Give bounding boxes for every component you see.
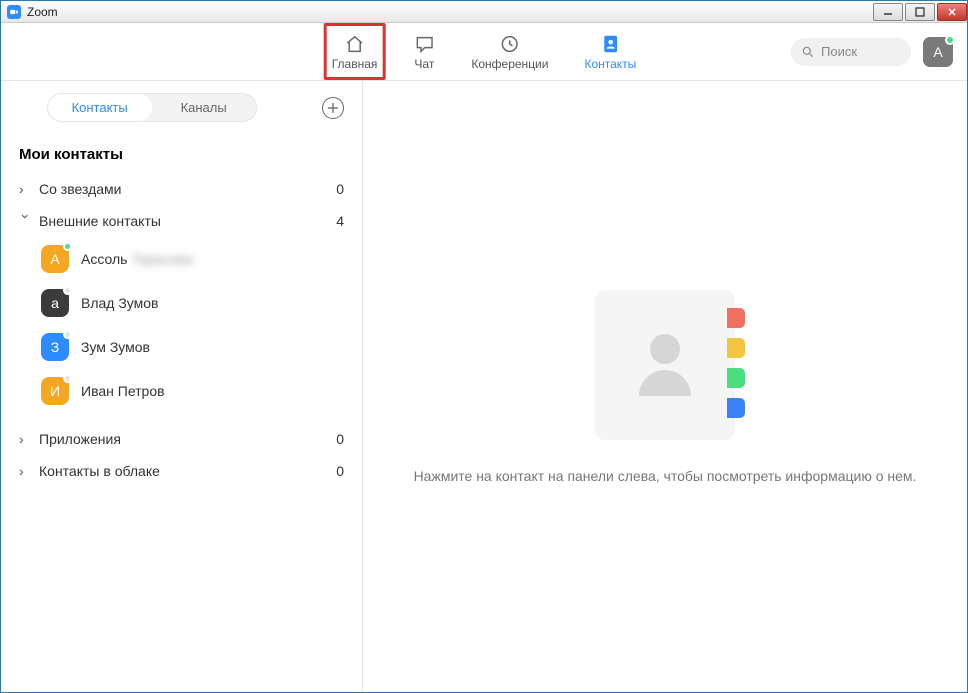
- presence-offline-icon: [63, 330, 72, 339]
- chevron-right-icon: ›: [19, 431, 33, 447]
- zoom-app-icon: [7, 5, 21, 19]
- nav-tab-meetings[interactable]: Конференции: [463, 23, 556, 80]
- search-placeholder: Поиск: [821, 44, 857, 59]
- nav-tab-label: Главная: [332, 57, 378, 71]
- nav-tab-home[interactable]: Главная: [324, 23, 386, 80]
- minimize-button[interactable]: [873, 3, 903, 21]
- profile-avatar[interactable]: A: [923, 37, 953, 67]
- contact-card-icon: [595, 290, 735, 440]
- subtab-channels[interactable]: Каналы: [152, 94, 256, 121]
- subtabs: Контакты Каналы: [47, 93, 257, 122]
- group-label: Со звездами: [39, 181, 121, 197]
- avatar-initial: A: [933, 44, 942, 60]
- group-label: Приложения: [39, 431, 121, 447]
- clock-icon: [499, 33, 521, 55]
- empty-contacts-illustration: [595, 290, 735, 440]
- contact-name: Иван Петров: [81, 383, 165, 399]
- section-title: Мои контакты: [1, 122, 362, 173]
- contact-avatar: а: [41, 289, 69, 317]
- group-label: Внешние контакты: [39, 213, 161, 229]
- group-apps[interactable]: › Приложения 0: [1, 423, 362, 455]
- subtabs-row: Контакты Каналы: [1, 93, 362, 122]
- contact-name: Ассоль Тарасова: [81, 251, 193, 267]
- contact-avatar: И: [41, 377, 69, 405]
- plus-icon: [328, 103, 338, 113]
- group-count: 0: [336, 181, 344, 197]
- group-label: Контакты в облаке: [39, 463, 160, 479]
- contact-name: Влад Зумов: [81, 295, 159, 311]
- close-button[interactable]: [937, 3, 967, 21]
- nav-tab-chat[interactable]: Чат: [405, 23, 443, 80]
- sidebar: Контакты Каналы Мои контакты › Со звезда…: [1, 81, 363, 692]
- titlebar-left: Zoom: [7, 5, 58, 19]
- nav-tab-label: Чат: [414, 57, 434, 71]
- contacts-icon: [599, 33, 621, 55]
- app-window: Zoom Главная Чат: [0, 0, 968, 693]
- maximize-button[interactable]: [905, 3, 935, 21]
- window-title: Zoom: [27, 5, 58, 19]
- contact-item[interactable]: И Иван Петров: [1, 369, 362, 413]
- chevron-down-icon: ›: [18, 214, 34, 228]
- group-cloud[interactable]: › Контакты в облаке 0: [1, 455, 362, 487]
- contact-item[interactable]: А Ассоль Тарасова: [1, 237, 362, 281]
- nav-tab-label: Конференции: [471, 57, 548, 71]
- group-count: 0: [336, 431, 344, 447]
- contact-name: Зум Зумов: [81, 339, 150, 355]
- home-icon: [344, 33, 366, 55]
- chevron-right-icon: ›: [19, 463, 33, 479]
- group-count: 0: [336, 463, 344, 479]
- contact-avatar: З: [41, 333, 69, 361]
- group-count: 4: [336, 213, 344, 229]
- nav-tabs: Главная Чат Конференции Контакты: [324, 23, 645, 80]
- presence-online-icon: [63, 242, 72, 251]
- add-contact-button[interactable]: [322, 97, 344, 119]
- group-external[interactable]: › Внешние контакты 4: [1, 205, 362, 237]
- group-starred[interactable]: › Со звездами 0: [1, 173, 362, 205]
- presence-online-icon: [945, 35, 955, 45]
- chat-icon: [413, 33, 435, 55]
- presence-offline-icon: [63, 374, 72, 383]
- contact-avatar: А: [41, 245, 69, 273]
- subtab-contacts[interactable]: Контакты: [48, 94, 152, 121]
- topbar-right: Поиск A: [791, 37, 953, 67]
- topbar: Главная Чат Конференции Контакты: [1, 23, 967, 81]
- contact-item[interactable]: З Зум Зумов: [1, 325, 362, 369]
- nav-tab-label: Контакты: [584, 57, 636, 71]
- presence-offline-icon: [63, 286, 72, 295]
- body: Контакты Каналы Мои контакты › Со звезда…: [1, 81, 967, 692]
- main-panel: Нажмите на контакт на панели слева, чтоб…: [363, 81, 967, 692]
- contact-item[interactable]: а Влад Зумов: [1, 281, 362, 325]
- chevron-right-icon: ›: [19, 181, 33, 197]
- empty-state-text: Нажмите на контакт на панели слева, чтоб…: [414, 468, 917, 484]
- nav-tab-contacts[interactable]: Контакты: [576, 23, 644, 80]
- titlebar: Zoom: [1, 1, 967, 23]
- window-controls: [871, 3, 967, 21]
- search-icon: [801, 45, 815, 59]
- search-input[interactable]: Поиск: [791, 38, 911, 66]
